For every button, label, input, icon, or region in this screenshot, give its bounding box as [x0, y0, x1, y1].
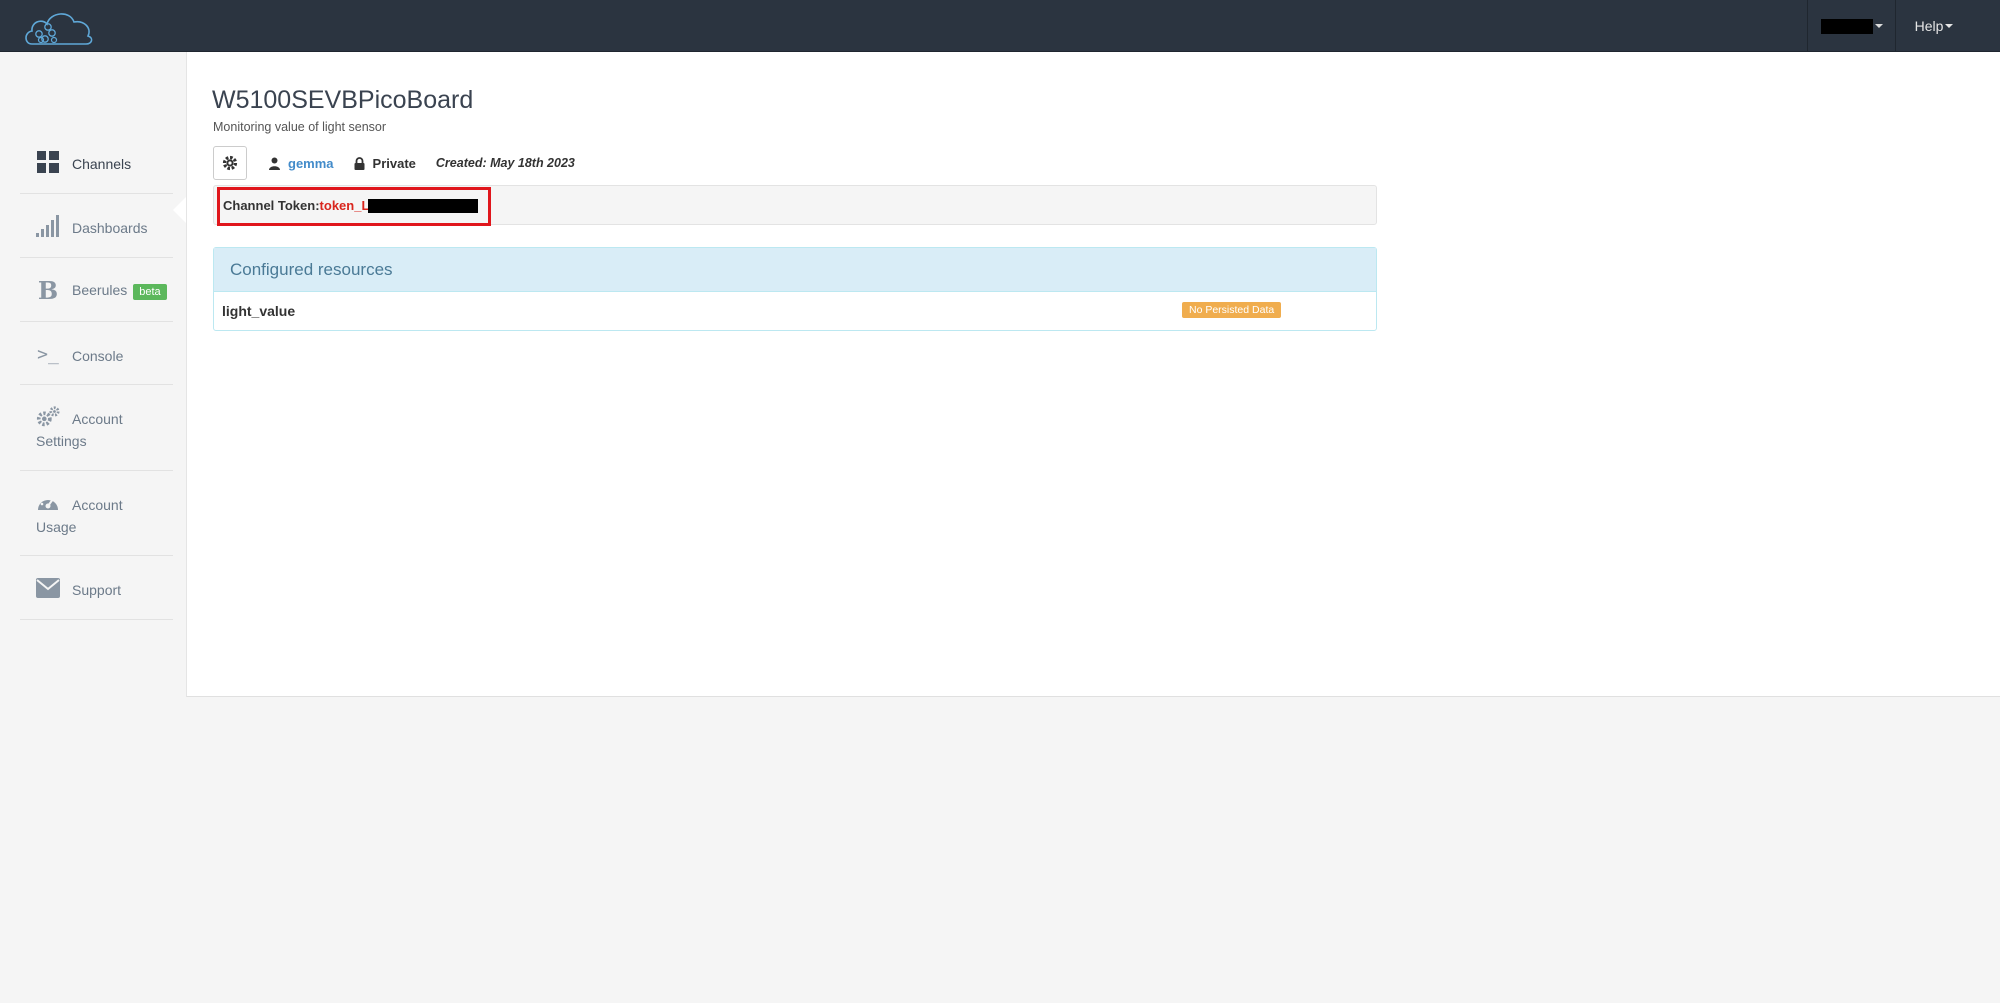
sidebar-item-dashboards[interactable]: Dashboards	[20, 194, 173, 258]
channel-privacy: Private	[354, 156, 416, 171]
settings-button[interactable]	[213, 146, 247, 180]
chevron-down-icon	[1945, 24, 1954, 28]
created-date: Created: May 18th 2023	[435, 156, 575, 170]
terminal-prompt-icon: >_	[37, 343, 59, 365]
sidebar-item-label: Settings	[36, 433, 87, 449]
envelope-icon	[36, 576, 60, 600]
sidebar-item-beerules[interactable]: B Beerules beta	[20, 258, 173, 322]
sidebar-item-label: Account	[72, 497, 123, 513]
dashboard-gauge-icon	[36, 491, 60, 515]
sidebar-item-channels[interactable]: Channels	[20, 130, 173, 194]
sidebar: Channels Dashboards B Beerules beta >_ Co…	[0, 52, 186, 1003]
sidebar-item-console[interactable]: >_ Console	[20, 322, 173, 385]
resource-name: light_value	[222, 303, 296, 319]
page-title: W5100SEVBPicoBoard	[212, 86, 474, 114]
panel-heading: Configured resources	[214, 248, 1376, 292]
chevron-down-icon	[1874, 24, 1883, 28]
sidebar-item-label: Support	[72, 582, 122, 598]
lock-icon	[354, 156, 365, 170]
main-content: W5100SEVBPicoBoard Monitoring value of l…	[186, 52, 2000, 697]
resource-row[interactable]: light_value No Persisted Data	[214, 292, 1376, 330]
redacted-username	[1820, 18, 1873, 34]
help-menu-dropdown[interactable]: Help	[1894, 0, 1974, 52]
sidebar-item-label: Usage	[36, 519, 77, 535]
owner-link[interactable]: gemma	[288, 156, 334, 171]
privacy-label: Private	[372, 155, 416, 171]
status-badge: No Persisted Data	[1182, 302, 1282, 318]
cloud-logo-icon[interactable]	[22, 6, 98, 48]
user-icon	[269, 157, 280, 170]
user-menu-dropdown[interactable]	[1807, 0, 1896, 52]
active-indicator-arrow	[173, 197, 186, 223]
channel-description: Monitoring value of light sensor	[213, 120, 387, 134]
token-highlight-box	[217, 187, 491, 226]
signal-bars-icon	[36, 214, 60, 238]
sidebar-item-label: Channels	[72, 156, 132, 172]
sidebar-item-label: Dashboards	[72, 220, 148, 236]
sidebar-item-account-settings[interactable]: Account Settings	[20, 385, 173, 471]
sidebar-item-label: Console	[72, 348, 124, 364]
beta-badge: beta	[133, 284, 167, 300]
channel-owner: gemma	[269, 156, 334, 171]
grid-icon	[36, 150, 60, 174]
sidebar-item-support[interactable]: Support	[20, 556, 173, 620]
gear-icon	[222, 155, 238, 171]
sidebar-item-account-usage[interactable]: Account Usage	[20, 471, 173, 556]
top-navbar: Help	[0, 0, 2000, 52]
help-label: Help	[1914, 18, 1944, 34]
sidebar-item-label: Account	[72, 411, 123, 427]
b-letter-icon: B	[37, 275, 59, 305]
channel-meta-row: gemma Private Created: May 18th 2023	[213, 146, 575, 180]
resources-panel: Configured resources light_value No Pers…	[213, 247, 1377, 331]
gears-icon	[36, 405, 60, 429]
sidebar-item-label: Beerules beta	[72, 282, 167, 300]
